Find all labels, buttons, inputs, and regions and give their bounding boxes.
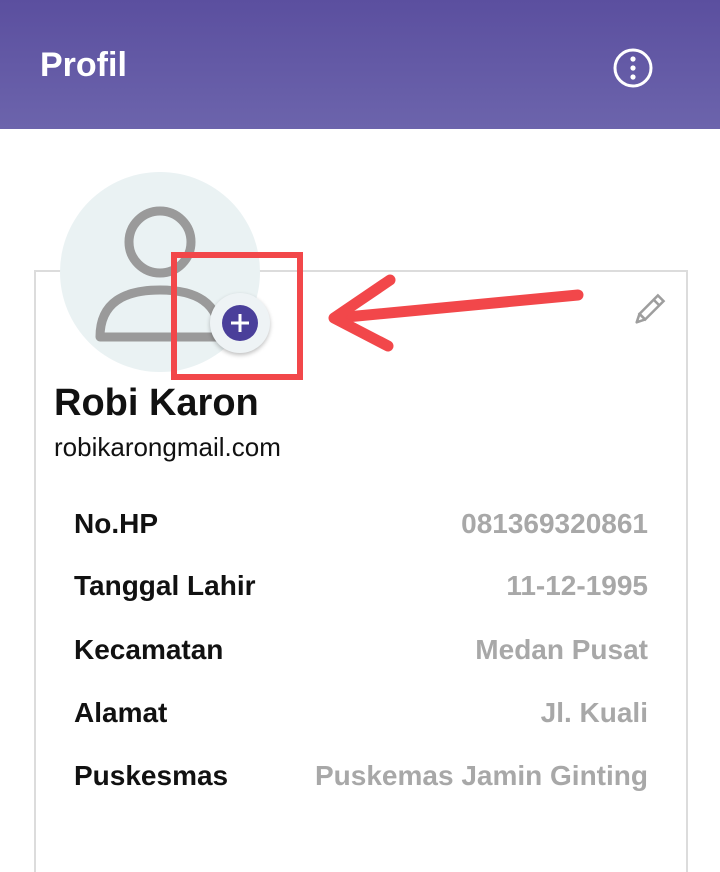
detail-row-address: Alamat Jl. Kuali bbox=[74, 697, 648, 737]
detail-value: Puskemas Jamin Ginting bbox=[315, 760, 648, 791]
detail-row-district: Kecamatan Medan Pusat bbox=[74, 634, 648, 674]
detail-value: 11-12-1995 bbox=[506, 570, 648, 601]
detail-label: Kecamatan bbox=[74, 634, 224, 665]
more-options-icon[interactable] bbox=[612, 47, 654, 89]
detail-value: 081369320861 bbox=[461, 508, 648, 539]
detail-row-birthdate: Tanggal Lahir 11-12-1995 bbox=[74, 570, 648, 610]
detail-label: No.HP bbox=[74, 508, 158, 539]
detail-row-health-center: Puskesmas Puskemas Jamin Ginting bbox=[74, 760, 648, 800]
detail-label: Puskesmas bbox=[74, 760, 229, 791]
detail-label: Alamat bbox=[74, 697, 168, 728]
annotation-highlight-box bbox=[171, 252, 303, 380]
annotation-arrow bbox=[320, 268, 590, 363]
app-bar: Profil bbox=[0, 0, 720, 129]
detail-value: Medan Pusat bbox=[475, 634, 648, 665]
detail-label: Tanggal Lahir bbox=[74, 570, 256, 601]
detail-value: Jl. Kuali bbox=[540, 697, 648, 728]
detail-row-phone: No.HP 081369320861 bbox=[74, 508, 648, 548]
profile-name: Robi Karon bbox=[54, 382, 259, 424]
page-title: Profil bbox=[40, 46, 127, 84]
pencil-icon[interactable] bbox=[628, 291, 668, 331]
profile-email: robikarongmail.com bbox=[54, 432, 281, 462]
